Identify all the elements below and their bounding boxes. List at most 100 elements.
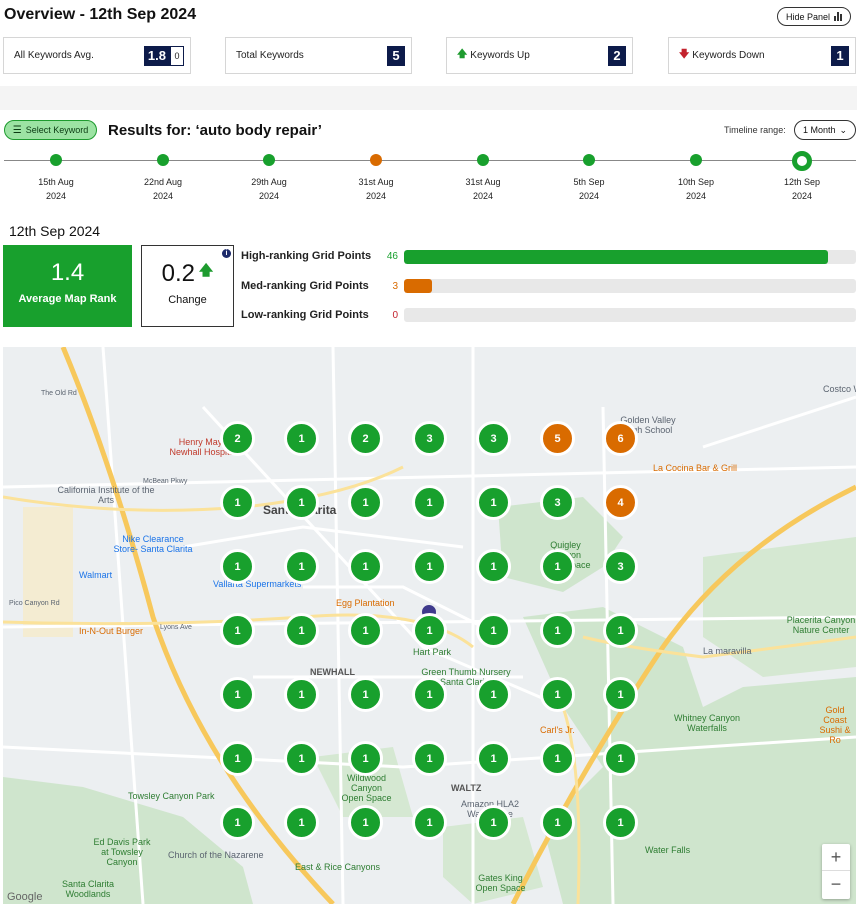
rank-grid-map[interactable]: Santa Clarita Henry Mayo Newhall Hospita…	[3, 347, 856, 904]
grid-point-pin[interactable]: 1	[540, 677, 575, 712]
grid-point-pin[interactable]: 3	[476, 421, 511, 456]
map-label-carls-jr: Carl's Jr.	[540, 725, 575, 735]
grid-point-pin[interactable]: 5	[540, 421, 575, 456]
timeline-year: 2024	[685, 191, 707, 201]
grid-point-pin[interactable]: 6	[603, 421, 638, 456]
grid-point-pin[interactable]: 3	[412, 421, 447, 456]
timeline-date: 31st Aug	[465, 177, 501, 187]
timeline-marker[interactable]	[263, 154, 275, 166]
average-map-rank-label: Average Map Rank	[18, 293, 117, 305]
grid-point-pin[interactable]: 1	[348, 613, 383, 648]
map-label-newhall: NEWHALL	[310, 667, 355, 677]
grid-point-pin[interactable]: 1	[476, 741, 511, 776]
map-label-whitney-canyon: Whitney Canyon Waterfalls	[673, 713, 741, 733]
grid-point-pin[interactable]: 1	[220, 805, 255, 840]
timeline-marker[interactable]	[477, 154, 489, 166]
info-icon[interactable]: i	[222, 249, 231, 258]
timeline-date: 15th Aug	[38, 177, 74, 187]
grid-point-pin[interactable]: 1	[284, 677, 319, 712]
grid-point-pin[interactable]: 2	[348, 421, 383, 456]
map-label-la-cocina: La Cocina Bar & Grill	[653, 463, 738, 473]
change-value: 0.2	[161, 260, 196, 287]
grid-point-pin[interactable]: 1	[348, 805, 383, 840]
timeline-year: 2024	[791, 191, 813, 201]
grid-point-pin[interactable]: 1	[348, 485, 383, 520]
grid-point-pin[interactable]: 1	[476, 805, 511, 840]
grid-point-pin[interactable]: 1	[412, 805, 447, 840]
grid-point-pin[interactable]: 1	[220, 741, 255, 776]
grid-point-pin[interactable]: 1	[603, 677, 638, 712]
grid-point-pin[interactable]: 1	[348, 741, 383, 776]
grid-point-pin[interactable]: 1	[284, 741, 319, 776]
map-label-east-rice: East & Rice Canyons	[295, 862, 381, 872]
grid-point-pin[interactable]: 1	[220, 549, 255, 584]
timeline-marker[interactable]	[792, 151, 812, 171]
grid-point-pin[interactable]: 1	[284, 549, 319, 584]
grid-point-pin[interactable]: 1	[220, 613, 255, 648]
timeline-date-label: 31st Aug 2024	[448, 175, 518, 203]
grid-point-pin[interactable]: 1	[284, 485, 319, 520]
grid-point-pin[interactable]: 1	[476, 613, 511, 648]
grid-point-pin[interactable]: 1	[603, 741, 638, 776]
map-label-towsley-park: Towsley Canyon Park	[128, 791, 215, 801]
timeline-date: 12th Sep	[783, 177, 821, 187]
grid-point-pin[interactable]: 1	[603, 805, 638, 840]
map-label-in-n-out: In-N-Out Burger	[79, 626, 144, 636]
grid-point-pin[interactable]: 1	[284, 805, 319, 840]
grid-point-pin[interactable]: 1	[540, 741, 575, 776]
grid-point-pin[interactable]: 1	[476, 549, 511, 584]
grid-point-pin[interactable]: 1	[476, 677, 511, 712]
bar-chart-icon	[834, 12, 843, 21]
rank-bar-high	[404, 250, 856, 264]
hide-panel-button[interactable]: Hide Panel	[777, 7, 851, 26]
timeline-track	[4, 160, 856, 161]
map-label-gold-coast: Gold Coast Sushi & Ro	[819, 705, 851, 745]
timeline-year: 2024	[578, 191, 600, 201]
stat-value: 2	[608, 45, 626, 66]
timeline-range-select[interactable]: 1 Month ⌄	[794, 120, 856, 140]
timeline-marker[interactable]	[157, 154, 169, 166]
zoom-in-button[interactable]: +	[822, 844, 850, 871]
timeline-marker[interactable]	[370, 154, 382, 166]
grid-point-pin[interactable]: 1	[412, 613, 447, 648]
map-label-la-maravilla: La maravilla	[703, 646, 752, 656]
grid-point-pin[interactable]: 1	[348, 549, 383, 584]
grid-point-pin[interactable]: 3	[540, 485, 575, 520]
timeline-marker[interactable]	[690, 154, 702, 166]
timeline-marker[interactable]	[583, 154, 595, 166]
grid-point-pin[interactable]: 3	[603, 549, 638, 584]
timeline-date: 22nd Aug	[143, 177, 183, 187]
grid-point-pin[interactable]: 1	[412, 485, 447, 520]
grid-point-pin[interactable]: 1	[603, 613, 638, 648]
timeline-date-label: 10th Sep 2024	[661, 175, 731, 203]
map-label-gates-king: Gates King Open Space	[475, 873, 526, 893]
grid-point-pin[interactable]: 1	[412, 677, 447, 712]
page-title: Overview - 12th Sep 2024	[4, 6, 197, 23]
stat-value: 1.8	[143, 45, 170, 66]
grid-point-pin[interactable]: 1	[284, 421, 319, 456]
grid-point-pin[interactable]: 1	[220, 677, 255, 712]
grid-point-pin[interactable]: 1	[540, 805, 575, 840]
map-label-ed-davis: Ed Davis Park at Towsley Canyon	[93, 837, 151, 867]
timeline-date: 29th Aug	[251, 177, 287, 187]
grid-point-pin[interactable]: 1	[220, 485, 255, 520]
grid-point-pin[interactable]: 2	[220, 421, 255, 456]
stat-sub-value: 0	[170, 45, 184, 66]
change-card: i 0.2 🡅 Change	[141, 245, 234, 327]
grid-point-pin[interactable]: 1	[284, 613, 319, 648]
average-map-rank-card: 1.4 Average Map Rank	[3, 245, 132, 327]
grid-point-pin[interactable]: 1	[540, 549, 575, 584]
zoom-out-button[interactable]: −	[822, 871, 850, 898]
grid-point-pin[interactable]: 1	[412, 549, 447, 584]
map-label-pico: Pico Canyon Rd	[9, 600, 60, 607]
google-logo: Google	[7, 891, 43, 903]
grid-point-pin[interactable]: 1	[476, 485, 511, 520]
select-keyword-button[interactable]: ☰ Select Keyword	[4, 120, 97, 140]
grid-point-pin[interactable]: 1	[348, 677, 383, 712]
grid-point-pin[interactable]: 1	[540, 613, 575, 648]
timeline-marker[interactable]	[50, 154, 62, 166]
stat-value: 1	[831, 45, 849, 66]
grid-point-pin[interactable]: 4	[603, 485, 638, 520]
zoom-control: + −	[822, 844, 850, 899]
grid-point-pin[interactable]: 1	[412, 741, 447, 776]
